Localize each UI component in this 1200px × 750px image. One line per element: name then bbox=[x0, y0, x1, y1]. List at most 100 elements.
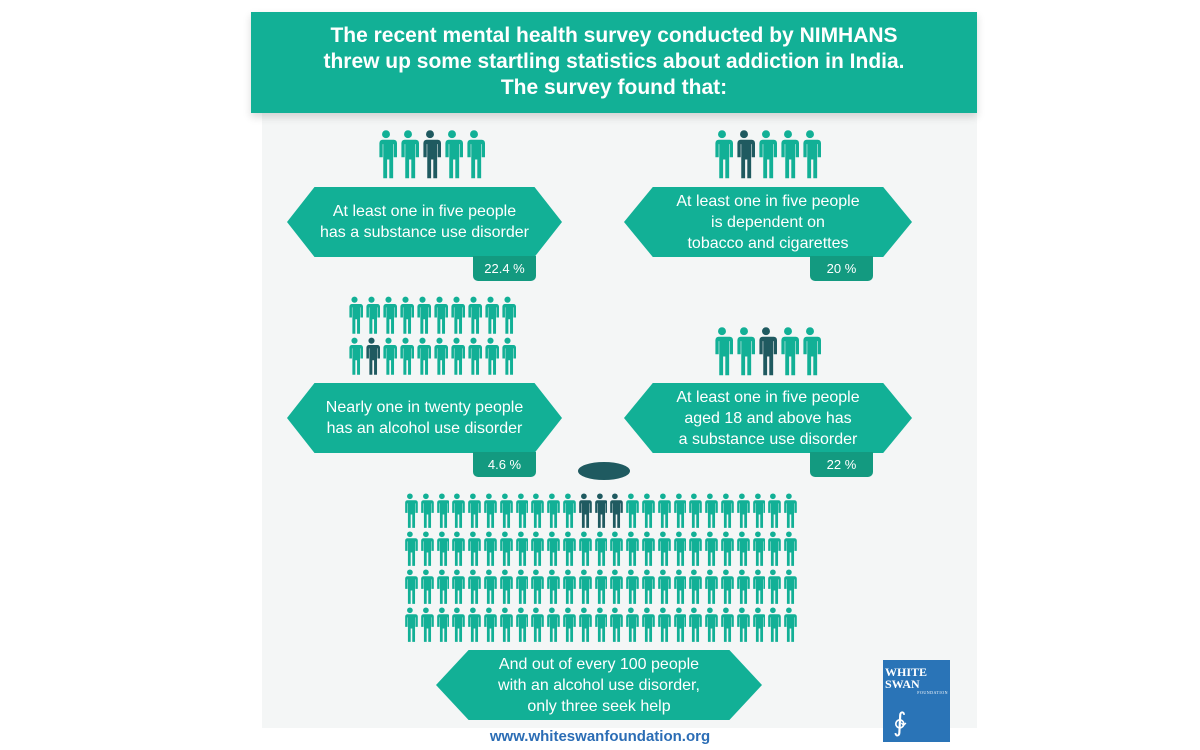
person-icon bbox=[736, 607, 750, 642]
person-icon bbox=[657, 493, 671, 528]
person-icon bbox=[704, 531, 718, 566]
person-icon bbox=[672, 493, 687, 528]
person-icon bbox=[467, 337, 482, 375]
person-icon bbox=[780, 327, 799, 376]
person-icon bbox=[783, 531, 797, 566]
person-icon bbox=[444, 130, 463, 179]
person-icon bbox=[736, 130, 755, 179]
person-icon bbox=[467, 569, 481, 604]
help-card: And out of every 100 people with an alcoh… bbox=[436, 650, 762, 720]
person-icon bbox=[783, 607, 797, 642]
stat-text: At least one in five people bbox=[676, 192, 860, 210]
stat-text: At least one in five people bbox=[676, 388, 860, 406]
header-line: The survey found that: bbox=[500, 76, 728, 99]
stat-text: tobacco and cigarettes bbox=[687, 234, 849, 252]
person-icon bbox=[422, 130, 441, 179]
person-icon bbox=[530, 569, 545, 604]
person-icon bbox=[483, 531, 497, 566]
person-icon bbox=[467, 493, 481, 528]
person-icon bbox=[451, 531, 466, 566]
person-icon bbox=[483, 493, 497, 528]
person-icon bbox=[751, 493, 766, 528]
person-icon bbox=[348, 296, 363, 334]
person-icon bbox=[450, 296, 465, 334]
stat-card-substance: At least one in five people has a substan… bbox=[287, 187, 562, 257]
person-icon bbox=[546, 531, 560, 566]
person-icon bbox=[720, 493, 734, 528]
header-line: The recent mental health survey conducte… bbox=[330, 24, 898, 47]
person-icon bbox=[404, 569, 418, 604]
person-icon bbox=[704, 569, 718, 604]
stat-percent: 22.4 % bbox=[473, 256, 536, 281]
person-icon bbox=[758, 327, 777, 376]
person-icon bbox=[420, 531, 434, 566]
person-icon bbox=[562, 569, 576, 604]
person-icon bbox=[451, 607, 466, 642]
person-icon bbox=[484, 296, 499, 334]
person-icon bbox=[641, 531, 655, 566]
person-icon bbox=[672, 531, 687, 566]
person-icon bbox=[382, 296, 397, 334]
person-icon bbox=[657, 569, 671, 604]
person-icon bbox=[404, 607, 418, 642]
person-icon bbox=[382, 337, 397, 375]
person-icon bbox=[704, 493, 718, 528]
person-icon bbox=[546, 607, 560, 642]
person-icon bbox=[751, 569, 766, 604]
people-group-3 bbox=[346, 296, 519, 375]
person-icon bbox=[688, 569, 703, 604]
person-icon bbox=[625, 531, 639, 566]
person-icon bbox=[578, 493, 592, 528]
person-icon bbox=[688, 607, 703, 642]
person-icon bbox=[657, 531, 671, 566]
person-icon bbox=[399, 296, 414, 334]
person-icon bbox=[416, 296, 431, 334]
person-icon bbox=[484, 337, 499, 375]
person-icon bbox=[499, 493, 513, 528]
person-icon bbox=[802, 130, 821, 179]
person-icon bbox=[514, 531, 529, 566]
person-icon bbox=[751, 607, 766, 642]
stat-text: aged 18 and above has bbox=[684, 409, 852, 427]
person-icon bbox=[593, 569, 608, 604]
stat-text: has an alcohol use disorder bbox=[326, 420, 523, 437]
person-icon bbox=[435, 531, 450, 566]
person-icon bbox=[433, 337, 448, 375]
person-icon bbox=[404, 531, 418, 566]
person-icon bbox=[466, 130, 485, 179]
person-icon bbox=[783, 569, 797, 604]
person-icon bbox=[467, 607, 481, 642]
people-group-1 bbox=[375, 128, 490, 180]
person-icon bbox=[672, 569, 687, 604]
person-icon bbox=[625, 607, 639, 642]
person-icon bbox=[767, 531, 782, 566]
person-icon bbox=[378, 130, 397, 179]
website-link[interactable]: www.whiteswanfoundation.org bbox=[460, 728, 740, 745]
person-icon bbox=[530, 493, 545, 528]
person-icon bbox=[688, 531, 703, 566]
person-icon bbox=[704, 607, 718, 642]
person-icon bbox=[688, 493, 703, 528]
people-group-2 bbox=[711, 128, 826, 180]
person-icon bbox=[404, 493, 418, 528]
person-icon bbox=[641, 569, 655, 604]
person-icon bbox=[501, 296, 516, 334]
person-icon bbox=[672, 607, 687, 642]
stat-card-alcohol: Nearly one in twenty people has an alcoho… bbox=[287, 383, 562, 453]
person-icon bbox=[783, 493, 797, 528]
logo-text: SWAN bbox=[885, 677, 920, 691]
person-icon bbox=[780, 130, 799, 179]
person-icon bbox=[435, 493, 450, 528]
person-icon bbox=[400, 130, 419, 179]
person-icon bbox=[365, 296, 380, 334]
person-icon bbox=[641, 607, 655, 642]
person-icon bbox=[562, 531, 576, 566]
header-line: threw up some startling statistics about… bbox=[323, 50, 905, 73]
person-icon bbox=[546, 569, 560, 604]
person-icon bbox=[720, 531, 734, 566]
person-icon bbox=[767, 607, 782, 642]
person-icon bbox=[578, 607, 592, 642]
person-icon bbox=[514, 493, 529, 528]
person-icon bbox=[499, 531, 513, 566]
person-icon bbox=[420, 607, 434, 642]
